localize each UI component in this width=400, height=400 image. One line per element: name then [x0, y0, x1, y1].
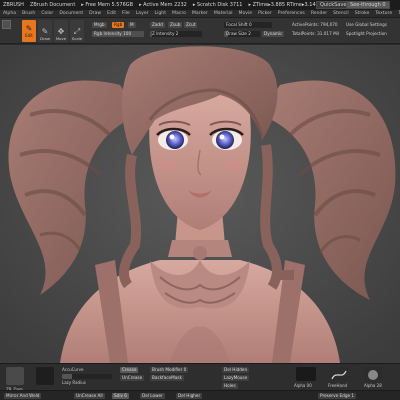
zsub-toggle[interactable]: Zsub [168, 22, 183, 28]
lazy-radius-label: Lazy Radius [62, 380, 86, 385]
menu-draw[interactable]: Draw [89, 11, 101, 16]
spotlight-projection-toggle[interactable]: Spotlight Projection [346, 31, 387, 36]
rgb-intensity-label: Rgb Intensity 100 [94, 31, 132, 36]
draw-size-slider[interactable]: Draw Size 2 [224, 31, 260, 37]
m-toggle[interactable]: M [128, 22, 136, 28]
uncrease-all-button[interactable]: UnCrease All [74, 393, 105, 399]
scratch-disk-readout: ▸ Scratch Disk 3711 [192, 2, 243, 8]
z-intensity-slider[interactable]: Z Intensity 2 [150, 31, 202, 37]
alpha-thumbnail[interactable] [296, 367, 316, 381]
scale-button[interactable]: ⤢ Scale [70, 20, 84, 42]
right-blush [224, 160, 244, 170]
freehand-stroke-icon [331, 370, 347, 380]
geometry-strip: Mirror And Weld UnCrease All Sdiv 6 Del … [0, 390, 400, 400]
crease-button[interactable]: Crease [120, 367, 139, 373]
zadd-toggle[interactable]: Zadd [150, 22, 165, 28]
menu-stroke[interactable]: Stroke [355, 11, 370, 16]
stroke-thumbnail[interactable] [36, 367, 54, 385]
menu-brush[interactable]: Brush [22, 11, 35, 16]
app-title: ZBRUSH [3, 2, 24, 8]
alpha-28-label: Alpha 28 [364, 383, 382, 388]
mirror-and-weld-button[interactable]: Mirror And Weld [4, 393, 42, 399]
menu-texture[interactable]: Texture [375, 11, 392, 16]
document-title: ZBrush Document [29, 2, 76, 8]
z-intensity-label: Z Intensity 2 [152, 31, 179, 36]
draw-icon: ✎ [41, 27, 49, 36]
title-bar: ZBRUSH ZBrush Document ▸ Free Mem 5.576G… [0, 0, 400, 10]
menu-marker[interactable]: Marker [192, 11, 208, 16]
rgb-intensity-slider[interactable]: Rgb Intensity 100 [92, 31, 144, 37]
freehand-label: FreeHand [328, 383, 348, 388]
menu-light[interactable]: Light [155, 11, 166, 16]
alpha-28-icon [368, 370, 378, 380]
scale-label: Scale [71, 36, 83, 41]
move-icon: ✥ [57, 27, 65, 36]
strap-buckle [280, 270, 294, 280]
menu-file[interactable]: File [122, 11, 130, 16]
dynamic-toggle[interactable]: Dynamic [262, 31, 285, 37]
accucurve-toggle[interactable]: AccuCurve [62, 367, 83, 372]
sdiv-slider[interactable]: Sdiv 6 [112, 393, 129, 399]
mrgb-toggle[interactable]: Mrgb [92, 22, 107, 28]
total-points-readout: TotalPoints: 31.017 Mil [292, 31, 340, 36]
move-button[interactable]: ✥ Move [54, 20, 68, 42]
menu-render[interactable]: Render [311, 11, 327, 16]
freehand-stroke-thumbnail[interactable] [330, 367, 348, 381]
focal-shift-label: Focal Shift 0 [226, 22, 252, 27]
edit-icon: ✎ [25, 24, 33, 33]
menu-material[interactable]: Material [214, 11, 233, 16]
menu-macro[interactable]: Macro [172, 11, 186, 16]
draw-label: Draw [40, 36, 50, 41]
scale-icon: ⤢ [73, 27, 81, 36]
geometry-strip-row: Mirror And Weld UnCrease All Sdiv 6 Del … [0, 391, 400, 400]
holes-toggle[interactable]: Holes [222, 383, 238, 389]
free-mem-readout: ▸ Free Mem 5.576GB [81, 2, 134, 8]
menu-preferences[interactable]: Preferences [278, 11, 305, 16]
brush-modifier-slider[interactable]: Brush Modifier 0 [150, 367, 189, 373]
top-shelf: ✎ Edit ✎ Draw ✥ Move ⤢ Scale Mrgb Rgb M … [0, 18, 400, 44]
draw-button[interactable]: ✎ Draw [38, 20, 52, 42]
menu-movie[interactable]: Movie [238, 11, 252, 16]
menu-bar: Alpha Brush Color Document Draw Edit File Layer… [0, 10, 400, 18]
menu-alpha[interactable]: Alpha [3, 11, 16, 16]
menu-layer[interactable]: Layer [136, 11, 149, 16]
del-hidden-button[interactable]: Del Hidden [222, 367, 250, 373]
zcut-toggle[interactable]: Zcut [184, 22, 198, 28]
del-higher-button[interactable]: Del Higher [176, 393, 203, 399]
draw-size-label: Draw Size 2 [226, 31, 251, 36]
del-lower-button[interactable]: Del Lower [140, 393, 165, 399]
use-global-settings-toggle[interactable]: Use Global Settings [346, 22, 387, 27]
menu-color[interactable]: Color [41, 11, 53, 16]
preserve-edge-slider[interactable]: Preserve Edge 1 [318, 393, 357, 399]
rgb-toggle[interactable]: Rgb [112, 22, 125, 28]
lightbox-toggle[interactable] [2, 20, 11, 29]
canvas-viewport[interactable] [0, 45, 400, 363]
alpha-label: Alpha 00 [294, 383, 312, 388]
focal-shift-slider[interactable]: Focal Shift 0 [224, 22, 272, 28]
lazymouse-toggle[interactable]: LazyMouse [222, 375, 250, 381]
menu-edit[interactable]: Edit [107, 11, 116, 16]
see-through-slider[interactable]: See-through 0 [346, 1, 390, 9]
curve-falloff-slider[interactable] [62, 374, 112, 379]
left-blush [156, 160, 176, 170]
alpha-28-thumbnail[interactable] [364, 367, 382, 381]
menu-picker[interactable]: Picker [258, 11, 272, 16]
active-mem-readout: ▸ Active Mem 2232 [139, 2, 187, 8]
edit-button[interactable]: ✎ Edit [22, 20, 36, 42]
brush-thumbnail[interactable] [6, 367, 24, 385]
backface-mask-toggle[interactable]: BackfaceMask [150, 375, 184, 381]
uncrease-button[interactable]: UnCrease [120, 375, 145, 381]
sculpt-render[interactable] [0, 45, 400, 363]
active-points-readout: ActivePoints: 794,070 [292, 22, 338, 27]
move-label: Move [55, 36, 67, 41]
edit-label: Edit [25, 33, 33, 38]
menu-stencil[interactable]: Stencil [333, 11, 349, 16]
menu-document[interactable]: Document [59, 11, 83, 16]
curve-falloff-fill [62, 374, 72, 379]
zbrush-window: ZBRUSH ZBrush Document ▸ Free Mem 5.576G… [0, 0, 400, 400]
